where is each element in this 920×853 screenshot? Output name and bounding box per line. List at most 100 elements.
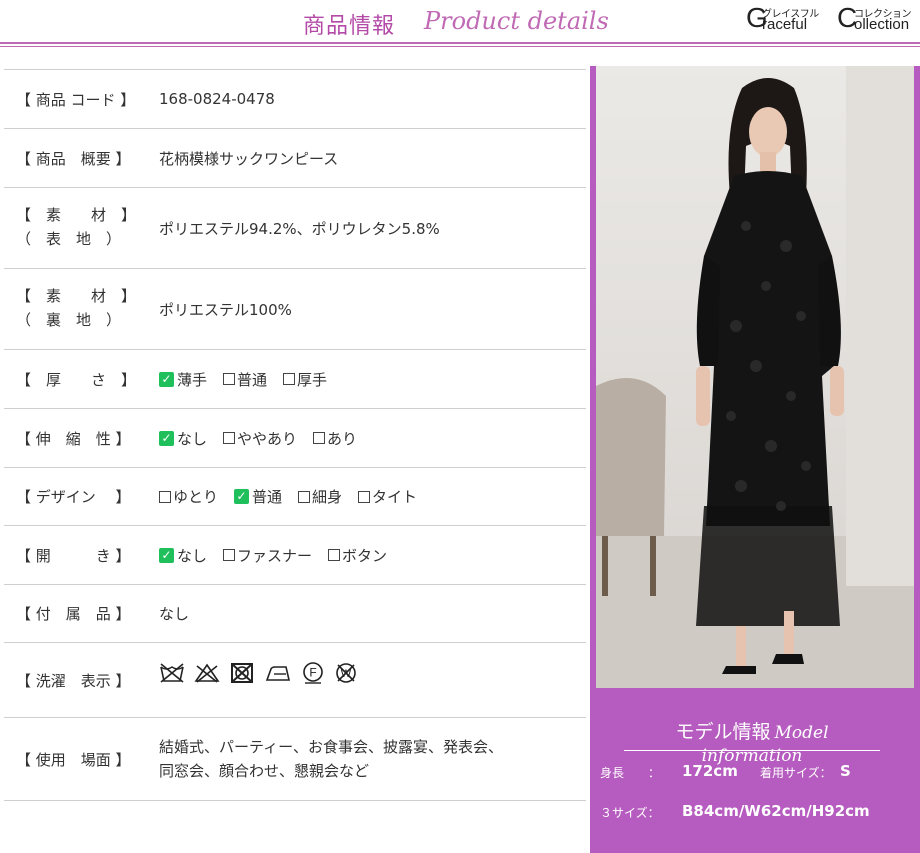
- spec-value: なし: [159, 605, 190, 623]
- spec-label: 【 商品 概要 】: [16, 149, 131, 168]
- option-label: ファスナー: [237, 546, 313, 565]
- checked-box-icon: ✓: [159, 547, 174, 563]
- unchecked-box-icon: [298, 490, 311, 503]
- spec-value: 花柄模様サックワンピース: [159, 149, 339, 168]
- option-group: ✓ なし ファスナー ボタン: [159, 526, 582, 584]
- no-tumble-dry-icon: [231, 663, 253, 683]
- spec-row-material-outer: 【 素 材 】 （ 表 地 ） ポリエステル94.2%、ポリウレタン5.8%: [4, 187, 586, 268]
- no-wet-clean-icon: W: [336, 663, 356, 683]
- option-item: 細身: [298, 486, 342, 507]
- spec-row-opening: 【 開 き 】 ✓ なし ファスナー ボタン: [4, 525, 586, 584]
- option-label: タイト: [372, 488, 418, 506]
- model-height-label: 身長 ：: [600, 766, 661, 780]
- option-item: ファスナー: [223, 545, 312, 566]
- model-info-title-jp: モデル情報: [675, 721, 771, 743]
- unchecked-box-icon: [283, 373, 296, 385]
- option-label: ボタン: [342, 546, 388, 565]
- spec-row-accessories: 【 付 属 品 】 なし: [4, 584, 586, 642]
- spec-value: ポリエステル94.2%、ポリウレタン5.8%: [159, 219, 440, 238]
- model-three-size-value: B84cm/W62cm/H92cm: [682, 802, 870, 820]
- option-group: ゆとり ✓ 普通 細身 タイト: [159, 468, 582, 525]
- spec-label: 【 洗濯 表示 】: [16, 671, 131, 690]
- unchecked-box-icon: [223, 432, 236, 444]
- spec-label: 【 素 材 】: [16, 206, 137, 224]
- page-header: 商品情報 Product details G グレイスフル raceful C …: [0, 0, 920, 44]
- option-label: ややあり: [237, 429, 298, 448]
- spec-table: 【 商品 コード 】 168-0824-0478 【 商品 概要 】 花柄模様サ…: [4, 69, 586, 801]
- spec-label: 【 商品 コード 】: [16, 90, 136, 109]
- unchecked-box-icon: [313, 432, 326, 444]
- spec-value: ポリエステル100%: [159, 300, 292, 319]
- spec-label: 【 厚 さ 】: [16, 370, 137, 389]
- header-divider: [0, 42, 920, 44]
- spec-label: 【 素 材 】: [16, 287, 137, 305]
- spec-row-code: 【 商品 コード 】 168-0824-0478: [4, 69, 586, 128]
- low-iron-icon: [265, 666, 291, 681]
- page-title-en: Product details: [424, 7, 609, 35]
- model-three-size-label: ３サイズ：: [600, 806, 660, 820]
- model-height-value: 172cm: [682, 762, 738, 780]
- spec-label: 【 開 き 】: [16, 546, 131, 565]
- model-panel: モデル情報 Model information 身長 ： 172cm 着用サイズ：…: [590, 66, 920, 853]
- checked-box-icon: ✓: [159, 430, 174, 446]
- option-group: ✓ 薄手 普通 厚手: [159, 350, 582, 408]
- checked-box-icon: ✓: [159, 371, 174, 387]
- spec-row-summary: 【 商品 概要 】 花柄模様サックワンピース: [4, 128, 586, 187]
- option-item: ✓ なし: [159, 545, 207, 566]
- svg-text:F: F: [309, 666, 316, 680]
- option-label: ゆとり: [173, 488, 219, 506]
- no-bleach-icon: [194, 663, 220, 683]
- spec-label: 【 デザイン 】: [16, 488, 131, 506]
- option-group: ✓ なし ややあり あり: [159, 409, 582, 467]
- unchecked-box-icon: [328, 549, 341, 561]
- option-item: 普通: [223, 369, 267, 390]
- spec-row-usage: 【 使用 場面 】 結婚式、パーティー、お食事会、披露宴、発表会、 同窓会、顔合…: [4, 717, 586, 801]
- option-label: なし: [177, 429, 208, 448]
- spec-value: 168-0824-0478: [159, 90, 275, 108]
- spec-label-sub: （ 表 地 ）: [16, 230, 122, 248]
- page-title: 商品情報: [303, 14, 396, 39]
- option-item: あり: [313, 428, 357, 449]
- spec-label-sub: （ 裏 地 ）: [16, 311, 122, 329]
- option-item: ゆとり: [159, 486, 218, 507]
- brand-logo[interactable]: G グレイスフル raceful C コレクション ollection: [746, 2, 920, 38]
- spec-row-material-inner: 【 素 材 】 （ 裏 地 ） ポリエステル100%: [4, 268, 586, 349]
- option-item: ✓ なし: [159, 428, 207, 449]
- option-item: ボタン: [328, 545, 387, 566]
- checked-box-icon: ✓: [234, 489, 250, 504]
- usage-line-1: 結婚式、パーティー、お食事会、披露宴、発表会、: [159, 738, 503, 756]
- option-item: タイト: [358, 486, 417, 507]
- model-size-label: 着用サイズ：: [760, 766, 832, 780]
- spec-row-design: 【 デザイン 】 ゆとり ✓ 普通 細身 タイト: [4, 467, 586, 525]
- option-item: ややあり: [223, 428, 297, 449]
- option-item: 厚手: [283, 369, 327, 390]
- model-photo[interactable]: [596, 66, 914, 688]
- option-label: 薄手: [177, 370, 208, 389]
- option-label: 普通: [252, 488, 283, 506]
- option-label: なし: [177, 546, 208, 565]
- brand-word-1: raceful: [762, 16, 808, 33]
- model-info-title: モデル情報 Model information: [624, 717, 880, 766]
- header-divider-thin: [0, 46, 920, 47]
- spec-label: 【 伸 縮 性 】: [16, 429, 131, 448]
- option-item: ✓ 普通: [234, 486, 282, 507]
- spec-row-washing: 【 洗濯 表示 】 F: [4, 642, 586, 717]
- model-info-divider: [624, 750, 880, 751]
- option-item: ✓ 薄手: [159, 369, 207, 390]
- spec-label: 【 使用 場面 】: [16, 750, 131, 769]
- spec-value: 結婚式、パーティー、お食事会、披露宴、発表会、 同窓会、顔合わせ、懇親会など: [159, 718, 582, 800]
- unchecked-box-icon: [159, 490, 171, 503]
- spec-label: 【 付 属 品 】: [16, 605, 131, 623]
- usage-line-2: 同窓会、顔合わせ、懇親会など: [159, 762, 370, 780]
- spec-row-stretch: 【 伸 縮 性 】 ✓ なし ややあり あり: [4, 408, 586, 467]
- wash-symbols: F W: [159, 643, 582, 717]
- brand-word-2: ollection: [854, 16, 910, 33]
- model-size-value: S: [840, 762, 851, 780]
- unchecked-box-icon: [223, 549, 236, 561]
- dry-clean-f-icon: F: [303, 662, 323, 684]
- no-wash-icon: [160, 663, 184, 683]
- option-label: 細身: [312, 488, 343, 506]
- option-label: 普通: [237, 370, 268, 389]
- option-label: あり: [327, 429, 358, 448]
- spec-row-thickness: 【 厚 さ 】 ✓ 薄手 普通 厚手: [4, 349, 586, 408]
